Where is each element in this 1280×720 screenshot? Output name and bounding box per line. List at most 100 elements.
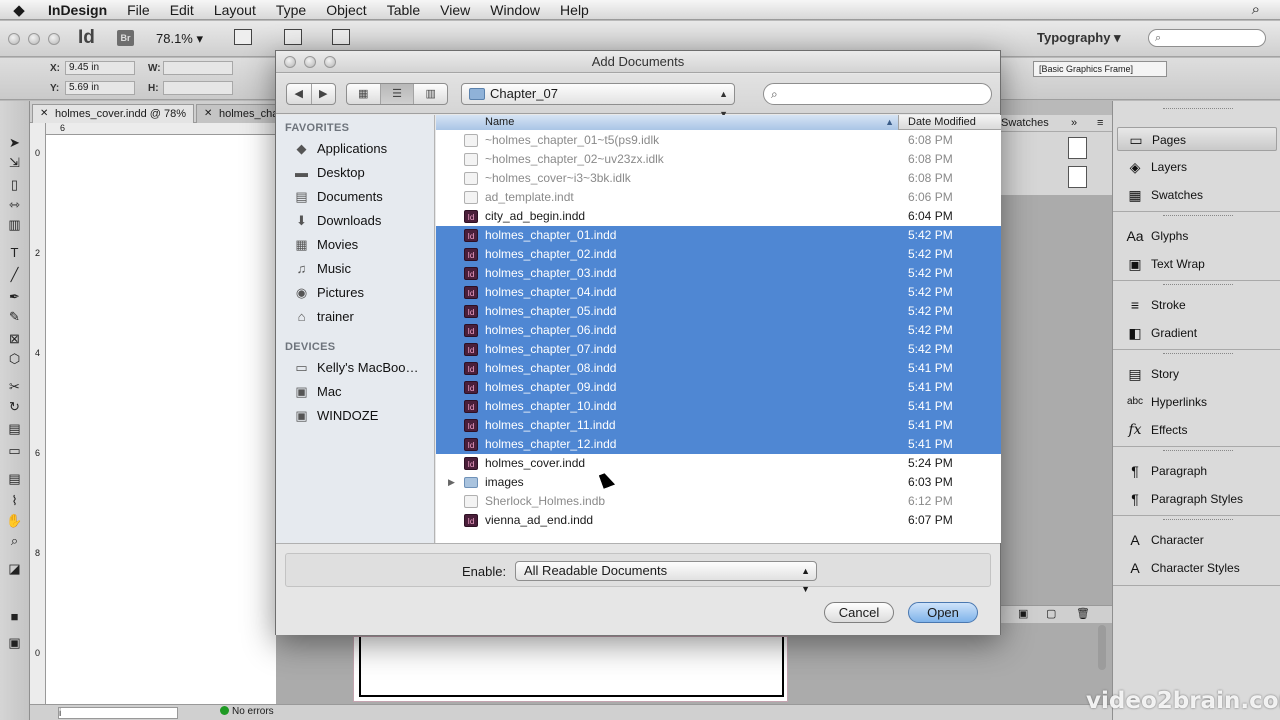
scissors-tool-icon[interactable]: ✂ — [4, 377, 25, 396]
menu-edit[interactable]: Edit — [160, 0, 204, 20]
sidebar-item-desktop[interactable]: ▬ Desktop — [293, 162, 433, 184]
page-thumbnail[interactable] — [1068, 166, 1087, 188]
dock-character-styles[interactable]: A Character Styles — [1117, 556, 1277, 580]
eyedropper-tool-icon[interactable]: ⌇ — [4, 491, 25, 510]
zoom-window-button[interactable] — [48, 33, 60, 45]
rectangle-frame-tool-icon[interactable]: ⊠ — [4, 329, 25, 348]
dock-effects[interactable]: fx Effects — [1117, 418, 1277, 442]
preview-mode-icon[interactable]: ■ — [4, 607, 25, 626]
gradient-swatch-tool-icon[interactable]: ▤ — [4, 419, 25, 438]
pencil-tool-icon[interactable]: ✎ — [4, 307, 25, 326]
back-icon[interactable]: ◀ — [287, 84, 312, 104]
file-row[interactable]: Id holmes_chapter_08.indd 5:41 PM — [436, 359, 1001, 378]
gap-tool-icon[interactable]: ⇿ — [4, 195, 25, 214]
file-row[interactable]: Id vienna_ad_end.indd 6:07 PM — [436, 511, 1001, 530]
swatches-panel-title[interactable]: Swatches — [1001, 115, 1049, 132]
selection-tool-icon[interactable]: ➤ — [4, 133, 25, 152]
menu-layout[interactable]: Layout — [204, 0, 266, 20]
x-field[interactable]: 9.45 in — [65, 61, 135, 75]
file-row[interactable]: Id holmes_chapter_05.indd 5:42 PM — [436, 302, 1001, 321]
sidebar-item-windoze[interactable]: ▣ WINDOZE — [293, 405, 433, 427]
file-row[interactable]: Id holmes_chapter_04.indd 5:42 PM — [436, 283, 1001, 302]
preflight-status[interactable]: No errors — [220, 706, 274, 717]
file-row[interactable]: Sherlock_Holmes.indb 6:12 PM — [436, 492, 1001, 511]
panel-menu-icon[interactable]: ≡ — [1097, 115, 1103, 132]
dialog-zoom-button[interactable] — [324, 56, 336, 68]
fill-stroke-icon[interactable]: ◪ — [4, 559, 25, 578]
dock-glyphs[interactable]: Aa Glyphs — [1117, 224, 1277, 248]
page-number-field[interactable]: i — [58, 707, 178, 719]
spotlight-icon[interactable]: ⌕ — [1252, 1, 1260, 18]
file-row[interactable]: Id holmes_chapter_12.indd 5:41 PM — [436, 435, 1001, 454]
forward-icon[interactable]: ▶ — [312, 84, 336, 104]
file-row[interactable]: ~holmes_chapter_02~uv23zx.idlk 6:08 PM — [436, 150, 1001, 169]
sidebar-item-downloads[interactable]: ⬇ Downloads — [293, 210, 433, 232]
workspace-switcher[interactable]: Typography ▾ — [1037, 30, 1121, 46]
column-header-name[interactable]: Name ▲ — [436, 115, 899, 130]
dock-story[interactable]: ▤ Story — [1117, 362, 1277, 386]
dock-grip[interactable] — [1163, 353, 1233, 357]
sidebar-item-music[interactable]: ♫ Music — [293, 258, 433, 280]
sidebar-item-pictures[interactable]: ◉ Pictures — [293, 282, 433, 304]
disclosure-triangle-icon[interactable]: ▶ — [448, 473, 455, 492]
create-new-icon[interactable]: ▢ — [1046, 607, 1056, 620]
document-page-bottom[interactable] — [353, 636, 788, 702]
direct-selection-tool-icon[interactable]: ⇲ — [4, 153, 25, 172]
polygon-tool-icon[interactable]: ⬡ — [4, 349, 25, 368]
file-row[interactable]: ~holmes_cover~i3~3bk.idlk 6:08 PM — [436, 169, 1001, 188]
dock-grip[interactable] — [1163, 108, 1233, 112]
dock-text-wrap[interactable]: ▣ Text Wrap — [1117, 252, 1277, 276]
file-row[interactable]: Id city_ad_begin.indd 6:04 PM — [436, 207, 1001, 226]
dock-character[interactable]: A Character — [1117, 528, 1277, 552]
line-tool-icon[interactable]: ╱ — [4, 265, 25, 284]
gradient-feather-tool-icon[interactable]: ▭ — [4, 441, 25, 460]
dock-hyperlinks[interactable]: abc Hyperlinks — [1117, 390, 1277, 414]
dock-grip[interactable] — [1163, 284, 1233, 288]
menu-file[interactable]: File — [117, 0, 160, 20]
dock-paragraph[interactable]: ¶ Paragraph — [1117, 459, 1277, 483]
sidebar-item-applications[interactable]: ◆ Applications — [293, 138, 433, 160]
dock-layers[interactable]: ◈ Layers — [1117, 155, 1277, 179]
w-field[interactable] — [163, 61, 233, 75]
file-row[interactable]: Id holmes_chapter_10.indd 5:41 PM — [436, 397, 1001, 416]
file-row[interactable]: Id holmes_chapter_06.indd 5:42 PM — [436, 321, 1001, 340]
h-field[interactable] — [163, 81, 233, 95]
dock-gradient[interactable]: ◧ Gradient — [1117, 321, 1277, 345]
page-tool-icon[interactable]: ▯ — [4, 175, 25, 194]
object-style-select[interactable]: [Basic Graphics Frame] — [1033, 61, 1167, 77]
help-search-field[interactable]: ⌕ — [1148, 29, 1266, 47]
new-page-icon[interactable]: ▣ — [1018, 607, 1028, 620]
sidebar-item-mac[interactable]: ▣ Mac — [293, 381, 433, 403]
dock-swatches[interactable]: ▦ Swatches — [1117, 183, 1277, 207]
file-row[interactable]: Id holmes_cover.indd 5:24 PM — [436, 454, 1001, 473]
sidebar-item-documents[interactable]: ▤ Documents — [293, 186, 433, 208]
pen-tool-icon[interactable]: ✒ — [4, 287, 25, 306]
menu-app[interactable]: InDesign — [38, 0, 117, 20]
dialog-close-button[interactable] — [284, 56, 296, 68]
menu-table[interactable]: Table — [377, 0, 430, 20]
cancel-button[interactable]: Cancel — [824, 602, 894, 623]
screen-mode-icon[interactable] — [284, 29, 302, 45]
y-field[interactable]: 5.69 in — [65, 81, 135, 95]
trash-icon[interactable]: 🗑 — [1076, 607, 1090, 620]
dock-paragraph-styles[interactable]: ¶ Paragraph Styles — [1117, 487, 1277, 511]
dialog-minimize-button[interactable] — [304, 56, 316, 68]
collapse-panel-icon[interactable]: » — [1071, 115, 1077, 132]
tab-holmes-chapter[interactable]: ✕ holmes_cha — [196, 104, 280, 123]
menu-view[interactable]: View — [430, 0, 480, 20]
dialog-search-input[interactable]: ⌕ — [763, 83, 992, 105]
vertical-scrollbar[interactable] — [1098, 625, 1106, 670]
document-page[interactable] — [46, 135, 276, 705]
hand-tool-icon[interactable]: ✋ — [4, 511, 25, 530]
close-tab-icon[interactable]: ✕ — [204, 105, 212, 123]
dock-grip[interactable] — [1163, 215, 1233, 219]
view-options-icon[interactable] — [234, 29, 252, 45]
file-row[interactable]: Id holmes_chapter_11.indd 5:41 PM — [436, 416, 1001, 435]
zoom-tool-icon[interactable]: ⌕ — [4, 531, 25, 550]
screen-mode-tool-icon[interactable]: ▣ — [4, 633, 25, 652]
icon-view-icon[interactable]: ▦ — [347, 84, 381, 104]
file-row[interactable]: Id holmes_chapter_09.indd 5:41 PM — [436, 378, 1001, 397]
enable-select[interactable]: All Readable Documents ▲ ▼ — [515, 561, 817, 594]
file-row[interactable]: ▶ images 6:03 PM — [436, 473, 1001, 492]
column-view-icon[interactable]: ▥ — [414, 84, 447, 104]
